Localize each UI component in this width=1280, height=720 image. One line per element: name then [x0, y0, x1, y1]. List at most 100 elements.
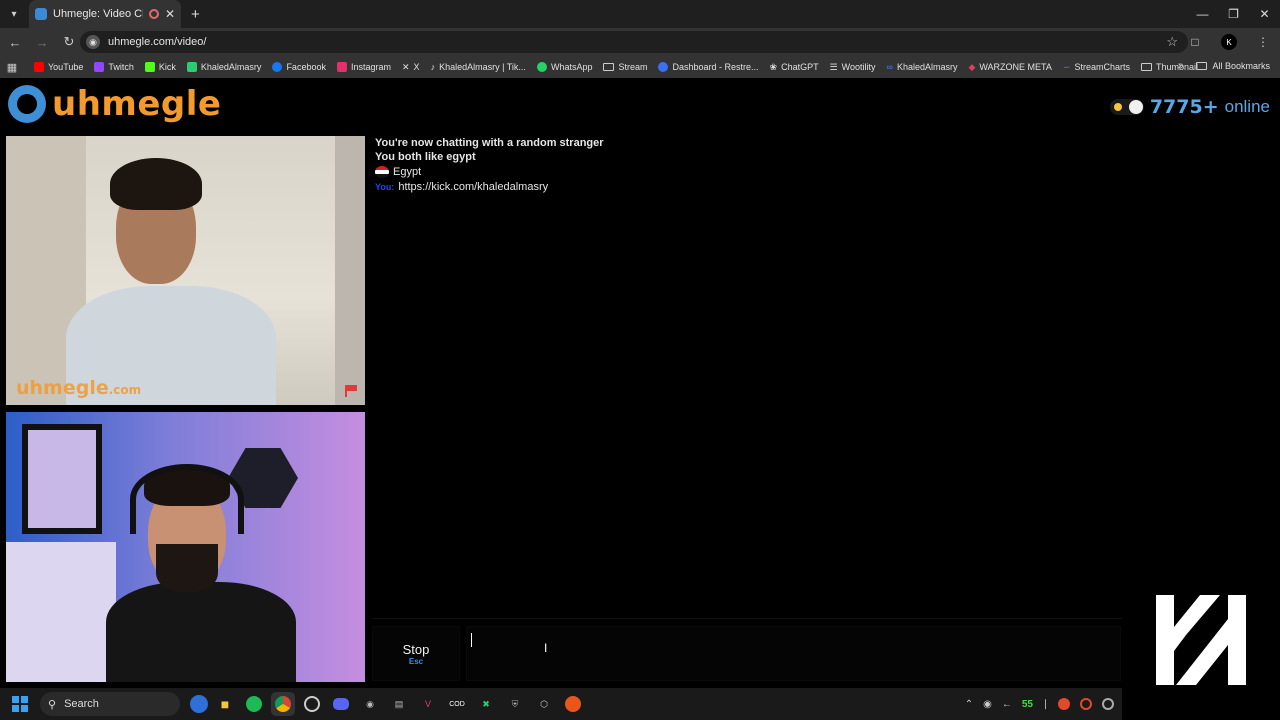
app-icon[interactable]: ◉ [358, 692, 382, 716]
browser-menu-icon[interactable]: ⋮ [1246, 35, 1280, 49]
unity-icon[interactable]: ⬡ [532, 692, 556, 716]
tiktok-icon: ♪ [430, 62, 436, 72]
watermark-suffix: .com [108, 383, 142, 397]
tab-title: Uhmegle: Video Chat | Ome [53, 8, 143, 20]
minimize-icon[interactable]: — [1187, 0, 1218, 28]
online-label: online [1224, 97, 1270, 116]
more-bookmarks-icon[interactable]: » [1178, 60, 1184, 72]
close-window-icon[interactable]: ✕ [1249, 0, 1280, 28]
all-bookmarks-folder[interactable]: All Bookmarks [1196, 61, 1270, 71]
tray-app-icon[interactable]: ∣ [1043, 699, 1048, 710]
discord-icon[interactable] [329, 692, 353, 716]
extensions-icon[interactable]: □ [1178, 35, 1212, 49]
theme-toggle[interactable] [1109, 99, 1144, 115]
warzone-icon: ◆ [968, 61, 976, 72]
tray-app-icon[interactable] [1080, 698, 1092, 710]
folder-icon [1196, 62, 1208, 70]
tray-app-icon[interactable]: ← [1002, 699, 1012, 710]
bookmark-streamcharts[interactable]: ∽ StreamCharts [1063, 62, 1130, 73]
chrome-icon[interactable] [271, 692, 295, 716]
headset [130, 464, 244, 534]
bookmark-twitch[interactable]: Twitch [94, 62, 134, 72]
app-icon[interactable] [561, 692, 585, 716]
instagram-icon [336, 62, 347, 72]
discord-tray-icon[interactable]: ◉ [983, 699, 992, 710]
message-link[interactable]: https://kick.com/khaledalmasry [398, 180, 548, 194]
folder-icon [1140, 63, 1152, 71]
bookmark-facebook[interactable]: Facebook [272, 62, 326, 72]
site-logo[interactable]: uhmegle [8, 84, 221, 124]
bookmark-label: KhaledAlmasry | Tik... [439, 62, 526, 72]
bookmark-instagram[interactable]: Instagram [336, 62, 391, 72]
self-video [6, 412, 365, 682]
url-text: uhmegle.com/video/ [108, 36, 207, 48]
tray-overflow-icon[interactable]: ⌃ [965, 699, 973, 710]
bookmark-star-icon[interactable]: ☆ [1166, 34, 1178, 50]
bookmark-khaledalmasry-meta[interactable]: ∞ KhaledAlmasry [887, 62, 958, 72]
app-icon[interactable]: ▤ [387, 692, 411, 716]
uhmegle-page: uhmegle 7775+ online uhmegle.com You're … [0, 78, 1280, 688]
copilot-icon[interactable] [190, 695, 208, 713]
profile-avatar[interactable]: K [1221, 34, 1237, 50]
site-info-icon[interactable]: ◉ [86, 35, 100, 49]
taskbar-search[interactable]: ⚲ Search [40, 692, 180, 716]
close-tab-icon[interactable]: ✕ [165, 7, 175, 21]
wootility-icon: ☰ [829, 61, 838, 72]
apps-grid-icon[interactable]: ▦ [0, 61, 24, 74]
bookmark-label: KhaledAlmasry [896, 62, 958, 72]
file-explorer-icon[interactable]: ■ [213, 692, 237, 716]
bookmark-stream[interactable]: Stream [603, 62, 647, 72]
search-icon: ⚲ [48, 698, 57, 711]
bookmark-kick[interactable]: Kick [144, 62, 176, 72]
vivaldi-icon[interactable]: V [416, 692, 440, 716]
bookmark-tiktok[interactable]: ♪ KhaledAlmasry | Tik... [431, 62, 526, 72]
tab-search-chevron-icon[interactable]: ▾ [3, 3, 25, 25]
logo-text: uhmegle [52, 84, 222, 124]
browser-tab[interactable]: Uhmegle: Video Chat | Ome ✕ [29, 0, 181, 28]
gamepad-icon[interactable]: ⛨ [503, 692, 527, 716]
back-icon[interactable]: ← [3, 30, 27, 54]
bookmark-wootility[interactable]: ☰ Wootility [830, 62, 876, 73]
stop-button[interactable]: Stop Esc [372, 626, 460, 681]
bookmark-whatsapp[interactable]: WhatsApp [536, 62, 592, 72]
meta-icon: ∞ [886, 62, 893, 72]
bookmark-x[interactable]: ✕ X [402, 62, 420, 73]
uhmegle-watermark: uhmegle.com [16, 377, 141, 399]
x-icon: ✕ [402, 61, 410, 72]
address-bar[interactable]: ◉ uhmegle.com/video/ ☆ [80, 31, 1188, 53]
spotify-icon[interactable] [242, 692, 266, 716]
obs-icon[interactable] [300, 692, 324, 716]
stop-shortcut: Esc [408, 656, 424, 666]
chat-input[interactable]: I [466, 626, 1121, 681]
fps-counter: 55 [1021, 698, 1033, 710]
bookmark-warzone-meta[interactable]: ◆ WARZONE META [968, 62, 1051, 73]
tray-app-icon[interactable] [1102, 698, 1114, 710]
bookmark-chatgpt[interactable]: ❀ ChatGPT [770, 62, 819, 73]
restream-icon [658, 62, 669, 72]
streamcharts-icon: ∽ [1062, 61, 1071, 72]
bookmark-label: Wootility [841, 62, 876, 72]
bookmark-thumbnail[interactable]: Thumbnail [1140, 62, 1198, 72]
xbox-icon[interactable]: ✖ [474, 692, 498, 716]
windows-start-icon[interactable] [12, 696, 28, 712]
tray-app-icon[interactable] [1058, 698, 1070, 710]
forward-icon[interactable]: → [30, 30, 54, 54]
call-of-duty-icon[interactable]: COD [445, 692, 469, 716]
text-caret [471, 633, 472, 647]
self-body [106, 582, 296, 682]
report-flag-icon[interactable] [345, 385, 359, 397]
chatgpt-icon: ❀ [769, 61, 778, 72]
bookmark-youtube[interactable]: YouTube [34, 62, 83, 72]
bookmark-label: ChatGPT [781, 62, 819, 72]
reload-icon[interactable]: ↻ [57, 30, 81, 54]
self-beard [156, 544, 218, 592]
bookmark-restream-dashboard[interactable]: Dashboard - Restre... [658, 62, 759, 72]
bookmark-khaledalmasry[interactable]: KhaledAlmasry [186, 62, 261, 72]
bookmark-label: WARZONE META [979, 62, 1052, 72]
bookmark-label: Twitch [108, 62, 134, 72]
you-label: You: [375, 182, 395, 192]
streamer-logo [1156, 595, 1246, 685]
new-tab-icon[interactable]: + [191, 6, 200, 23]
screen: ▾ Uhmegle: Video Chat | Ome ✕ + — ❐ ✕ ← … [0, 0, 1280, 720]
restore-icon[interactable]: ❐ [1218, 0, 1249, 28]
